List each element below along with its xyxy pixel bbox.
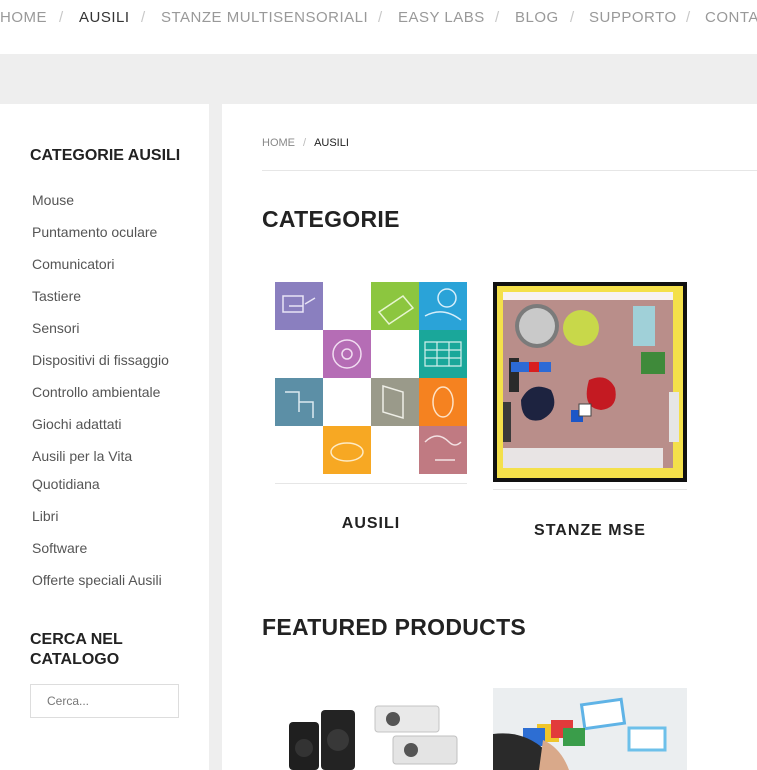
category-item-comunicatori[interactable]: Comunicatori — [32, 250, 202, 278]
categories-title: CATEGORIE AUSILI — [30, 147, 181, 164]
category-item-ausili-vita-quotidiana[interactable]: Ausili per la Vita Quotidiana — [32, 442, 202, 498]
breadcrumb-current: AUSILI — [314, 137, 349, 149]
featured-products-heading: FEATURED PRODUCTS — [262, 614, 527, 640]
speakers-projectors-image — [275, 688, 467, 770]
search-title-line2: CATALOGO — [30, 651, 120, 668]
featured-product-1-image[interactable] — [275, 688, 467, 770]
breadcrumb-divider — [262, 170, 757, 171]
breadcrumb-separator: / — [303, 137, 307, 149]
card-divider — [493, 489, 687, 490]
nav-separator: / — [570, 9, 575, 26]
categories-heading: CATEGORIE — [262, 206, 400, 232]
category-item-sensori[interactable]: Sensori — [32, 314, 202, 342]
nav-item-supporto[interactable]: SUPPORTO — [589, 9, 677, 26]
nav-item-home[interactable]: HOME — [0, 9, 47, 26]
ausili-category-image[interactable] — [275, 282, 467, 476]
nav-separator: / — [495, 9, 500, 26]
category-item-controllo-ambientale[interactable]: Controllo ambientale — [32, 378, 202, 406]
main-content: HOME / AUSILI CATEGORIE AUSILI STANZE MS… — [222, 104, 757, 770]
page-header-band — [0, 54, 757, 104]
category-item-tastiere[interactable]: Tastiere — [32, 282, 202, 310]
catalog-search-input[interactable] — [30, 684, 179, 718]
nav-item-blog[interactable]: BLOG — [515, 9, 559, 26]
nav-item-ausili[interactable]: AUSILI — [79, 9, 130, 26]
nav-separator: / — [378, 9, 383, 26]
breadcrumb: HOME / AUSILI — [262, 137, 349, 149]
category-item-mouse[interactable]: Mouse — [32, 186, 202, 214]
search-title-line1: CERCA NEL — [30, 631, 123, 648]
nav-item-contatti[interactable]: CONTA — [705, 9, 757, 26]
category-list: Mouse Puntamento oculare Comunicatori Ta… — [32, 186, 202, 598]
nav-separator: / — [686, 9, 691, 26]
stanze-mse-category-label[interactable]: STANZE MSE — [493, 522, 687, 540]
nav-item-stanze-multisensoriali[interactable]: STANZE MULTISENSORIALI — [161, 9, 368, 26]
colored-cards-image — [493, 688, 687, 770]
featured-product-2-image[interactable] — [493, 688, 687, 770]
nav-separator: / — [141, 9, 146, 26]
search-title: CERCA NEL CATALOGO — [30, 630, 123, 670]
category-item-puntamento-oculare[interactable]: Puntamento oculare — [32, 218, 202, 246]
category-item-giochi-adattati[interactable]: Giochi adattati — [32, 410, 202, 438]
category-item-dispositivi-di-fissaggio[interactable]: Dispositivi di fissaggio — [32, 346, 202, 374]
category-item-software[interactable]: Software — [32, 534, 202, 562]
nav-separator: / — [59, 9, 64, 26]
breadcrumb-home[interactable]: HOME — [262, 137, 295, 149]
sidebar: CATEGORIE AUSILI Mouse Puntamento ocular… — [0, 104, 209, 770]
stanze-mse-category-image[interactable] — [493, 282, 687, 482]
ausili-category-label[interactable]: AUSILI — [275, 515, 467, 533]
ausili-mosaic-icon — [275, 282, 467, 476]
category-item-offerte-speciali[interactable]: Offerte speciali Ausili — [32, 566, 202, 594]
multisensory-room-image — [493, 282, 687, 482]
category-item-libri[interactable]: Libri — [32, 502, 202, 530]
nav-item-easy-labs[interactable]: EASY LABS — [398, 9, 485, 26]
top-navigation: HOME / AUSILI / STANZE MULTISENSORIALI /… — [0, 0, 757, 54]
card-divider — [275, 483, 467, 484]
